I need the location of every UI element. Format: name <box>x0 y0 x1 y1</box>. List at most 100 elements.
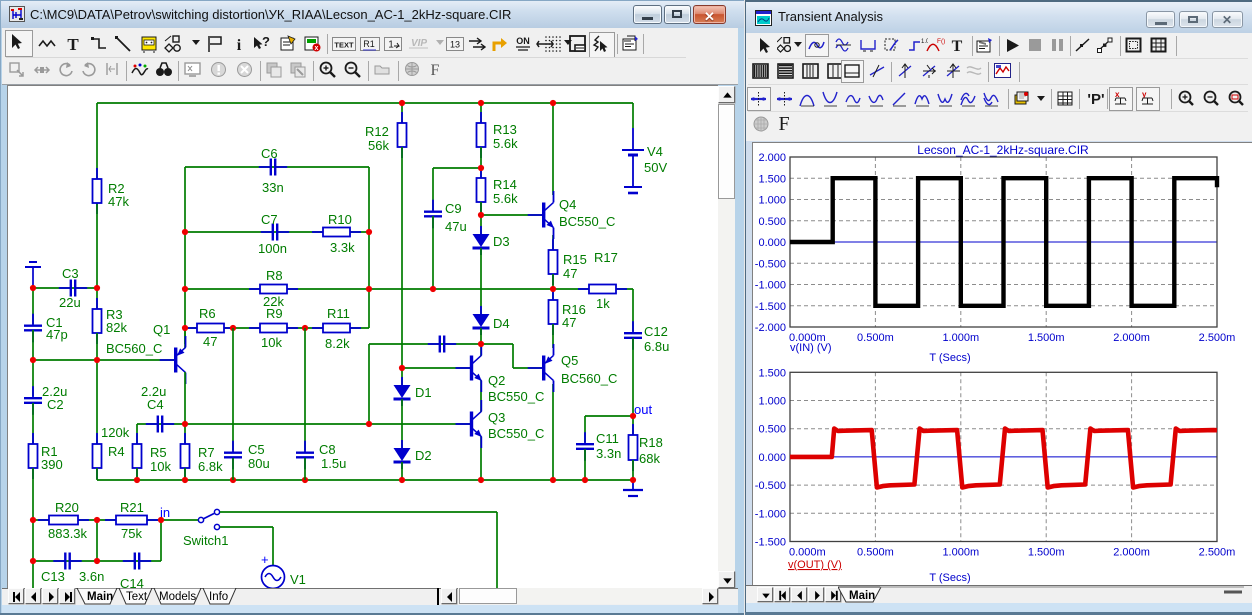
svg-text:2.500m: 2.500m <box>1199 332 1236 344</box>
svg-text:1.000: 1.000 <box>758 396 786 408</box>
svg-text:0.500m: 0.500m <box>857 547 894 559</box>
svg-text:R15: R15 <box>563 252 587 267</box>
svg-text:R4: R4 <box>108 444 125 459</box>
svg-text:C13: C13 <box>41 569 65 584</box>
svg-text:F: F <box>778 113 789 134</box>
svg-text:47: 47 <box>203 334 217 349</box>
svg-text:C11: C11 <box>596 431 619 446</box>
svg-text:-1.500: -1.500 <box>755 301 786 313</box>
svg-text:47k: 47k <box>108 194 129 209</box>
svg-text:1.500: 1.500 <box>758 173 786 185</box>
svg-text:v(OUT) (V): v(OUT) (V) <box>788 559 842 571</box>
svg-text:13: 13 <box>450 40 460 50</box>
svg-text:2.000: 2.000 <box>758 152 786 164</box>
svg-text:47: 47 <box>563 266 577 281</box>
svg-text:-2.000: -2.000 <box>755 322 786 334</box>
svg-text:R5: R5 <box>150 445 167 460</box>
svg-text:R20: R20 <box>55 500 79 515</box>
svg-text:6.8u: 6.8u <box>644 339 669 354</box>
svg-text:47: 47 <box>562 315 576 330</box>
svg-text:T (Secs): T (Secs) <box>929 572 970 584</box>
svg-text:0.000m: 0.000m <box>789 547 826 559</box>
svg-text:47p: 47p <box>46 327 68 342</box>
svg-text:0.000: 0.000 <box>758 452 786 464</box>
svg-text:-0.500: -0.500 <box>755 480 786 492</box>
svg-text:C12: C12 <box>644 324 668 339</box>
svg-text:Text: Text <box>126 591 148 603</box>
svg-text:C6: C6 <box>261 146 278 161</box>
svg-text:C2: C2 <box>47 397 64 412</box>
svg-text:T: T <box>952 38 963 54</box>
svg-text:x: x <box>315 45 319 52</box>
svg-text:R21: R21 <box>120 500 144 515</box>
svg-text:C9: C9 <box>445 201 462 216</box>
svg-text:Q2: Q2 <box>488 373 505 388</box>
svg-text:R10: R10 <box>328 212 352 227</box>
svg-text:+: + <box>261 552 269 567</box>
svg-text:3.3k: 3.3k <box>330 240 355 255</box>
svg-text:100n: 100n <box>258 241 287 256</box>
svg-text:in: in <box>160 505 170 520</box>
svg-text:R18: R18 <box>639 435 663 450</box>
svg-text:?: ? <box>262 35 270 49</box>
svg-text:C7: C7 <box>261 212 278 227</box>
svg-text:5.6k: 5.6k <box>493 136 518 151</box>
svg-text:0.000: 0.000 <box>758 237 786 249</box>
svg-text:0.500: 0.500 <box>758 424 786 436</box>
svg-text:V4: V4 <box>647 144 663 159</box>
svg-text:6.8k: 6.8k <box>198 459 223 474</box>
svg-text:22u: 22u <box>59 295 81 310</box>
svg-text:1k: 1k <box>596 296 610 311</box>
svg-text:R13: R13 <box>493 122 517 137</box>
svg-text:-0.500: -0.500 <box>755 258 786 270</box>
svg-text:3.3n: 3.3n <box>596 446 621 461</box>
svg-text:80u: 80u <box>248 456 270 471</box>
svg-text:BC550_C: BC550_C <box>488 389 544 404</box>
svg-text:D4: D4 <box>493 316 510 331</box>
svg-text:T: T <box>67 35 79 53</box>
svg-text:BC560_C: BC560_C <box>106 341 162 356</box>
svg-text:D2: D2 <box>415 448 432 463</box>
svg-text:Switch1: Switch1 <box>183 533 229 548</box>
svg-text:0.500m: 0.500m <box>857 332 894 344</box>
svg-text:2.000m: 2.000m <box>1113 547 1150 559</box>
svg-text:68k: 68k <box>639 451 660 466</box>
svg-text:ON: ON <box>516 36 530 46</box>
svg-text:T (Secs): T (Secs) <box>929 352 970 364</box>
svg-text:82k: 82k <box>106 320 127 335</box>
svg-text:33n: 33n <box>262 180 284 195</box>
svg-text:0.500: 0.500 <box>758 216 786 228</box>
svg-text:F(): F() <box>937 38 945 45</box>
svg-text:D3: D3 <box>493 234 510 249</box>
svg-text:390: 390 <box>41 457 63 472</box>
svg-text:1.500m: 1.500m <box>1028 547 1065 559</box>
svg-text:D1: D1 <box>415 385 432 400</box>
svg-text:Main: Main <box>849 590 875 602</box>
svg-text:120k: 120k <box>101 425 130 440</box>
svg-text:V1: V1 <box>290 572 306 587</box>
svg-text:R11: R11 <box>327 306 350 321</box>
svg-text:R1: R1 <box>363 39 375 49</box>
svg-text:R9: R9 <box>266 306 283 321</box>
svg-text:C4: C4 <box>147 397 164 412</box>
svg-text:5.6k: 5.6k <box>493 191 518 206</box>
svg-text:50V: 50V <box>644 160 667 175</box>
svg-text:R7: R7 <box>198 445 215 460</box>
svg-text:-1.500: -1.500 <box>755 537 786 549</box>
svg-text:Main: Main <box>87 591 113 603</box>
svg-text:Q1: Q1 <box>153 322 170 337</box>
svg-text:C14: C14 <box>120 576 144 588</box>
svg-text:3.6n: 3.6n <box>79 569 104 584</box>
svg-text:Q5: Q5 <box>561 353 578 368</box>
svg-text:10k: 10k <box>150 459 171 474</box>
svg-text:v(IN) (V): v(IN) (V) <box>790 342 832 354</box>
svg-text:10k: 10k <box>261 335 282 350</box>
svg-text:Models: Models <box>159 591 196 603</box>
svg-text:1.000m: 1.000m <box>942 332 979 344</box>
svg-text:i: i <box>237 37 242 53</box>
svg-text:8.2k: 8.2k <box>325 336 350 351</box>
svg-text:1: 1 <box>388 40 394 51</box>
svg-text:BC550_C: BC550_C <box>488 426 544 441</box>
svg-text:Q4: Q4 <box>559 197 576 212</box>
svg-text:883.3k: 883.3k <box>48 526 88 541</box>
